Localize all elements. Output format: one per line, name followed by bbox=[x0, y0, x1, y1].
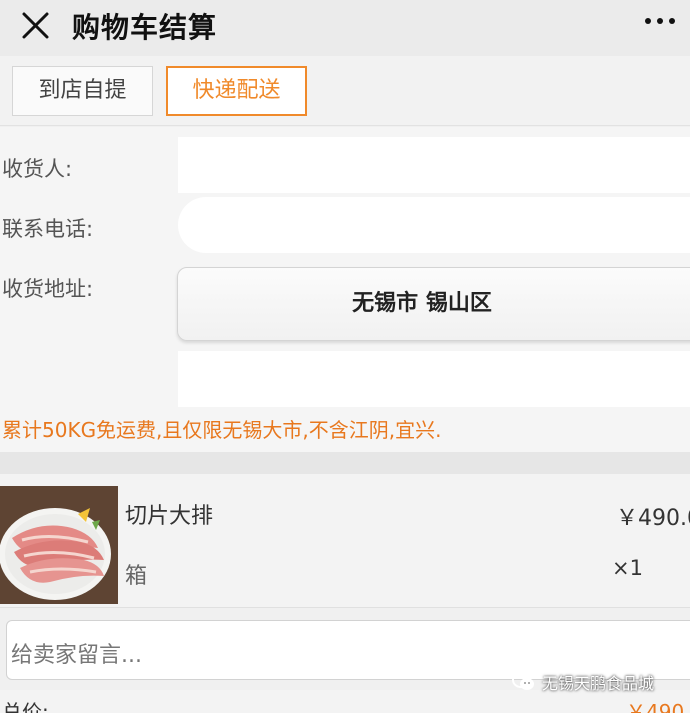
tab-express-delivery[interactable]: 快递配送 bbox=[166, 66, 307, 116]
product-name: 切片大排 bbox=[125, 504, 214, 529]
delivery-method-tabs: 到店自提 快递配送 bbox=[0, 56, 690, 126]
product-image bbox=[0, 486, 118, 604]
wechat-icon bbox=[512, 672, 534, 690]
page-title: 购物车结算 bbox=[72, 11, 218, 44]
product-price: ￥490.0 bbox=[616, 506, 690, 531]
product-unit: 箱 bbox=[125, 564, 148, 589]
message-placeholder: 给卖家留言... bbox=[11, 643, 142, 668]
section-divider bbox=[0, 452, 690, 474]
watermark: 无锡天鹏食品城 bbox=[512, 668, 654, 696]
recipient-label: 收货人: bbox=[2, 157, 73, 181]
address-region-selector[interactable]: 无锡市 锡山区 bbox=[177, 267, 690, 341]
total-label: 总价: bbox=[2, 700, 49, 713]
total-price: ￥490.0 bbox=[626, 700, 690, 713]
cart-item: 切片大排 ￥490.0 箱 ×1 bbox=[0, 474, 690, 608]
top-bar: 购物车结算 bbox=[0, 0, 690, 56]
address-detail-input[interactable] bbox=[178, 351, 690, 407]
shipping-form: 收货人: 联系电话: 收货地址: 无锡市 锡山区 bbox=[0, 127, 690, 452]
address-label: 收货地址: bbox=[2, 277, 94, 301]
product-quantity: ×1 bbox=[612, 556, 643, 580]
tab-store-pickup[interactable]: 到店自提 bbox=[12, 66, 153, 116]
watermark-text: 无锡天鹏食品城 bbox=[542, 674, 655, 693]
close-icon[interactable] bbox=[20, 10, 52, 42]
more-icon[interactable] bbox=[643, 18, 677, 30]
phone-label: 联系电话: bbox=[2, 217, 94, 241]
phone-input[interactable] bbox=[178, 197, 690, 253]
recipient-input[interactable] bbox=[178, 137, 690, 193]
shipping-notice: 累计50KG免运费,且仅限无锡大市,不含江阴,宜兴. bbox=[0, 408, 690, 452]
